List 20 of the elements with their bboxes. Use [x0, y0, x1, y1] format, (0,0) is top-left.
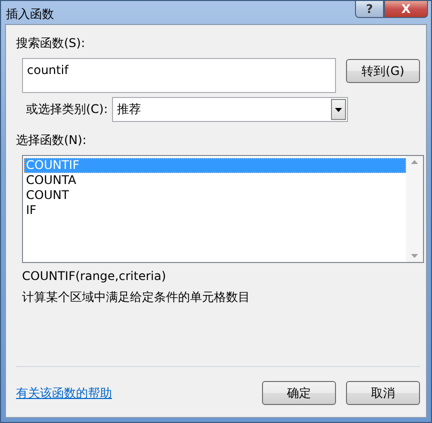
ok-button[interactable]: 确定 — [262, 381, 336, 405]
window-title: 插入函数 — [6, 6, 54, 23]
help-button[interactable]: ? — [355, 1, 384, 18]
function-list-label: 选择函数(N): — [16, 132, 88, 149]
function-item[interactable]: COUNT — [24, 188, 406, 203]
close-button[interactable]: X — [384, 1, 428, 18]
function-item[interactable]: IF — [24, 203, 406, 218]
scroll-down-icon[interactable] — [411, 254, 418, 258]
function-item[interactable]: COUNTA — [24, 173, 406, 188]
help-link[interactable]: 有关该函数的帮助 — [16, 384, 262, 402]
scroll-up-icon[interactable] — [411, 160, 418, 164]
function-description: 计算某个区域中满足给定条件的单元格数目 — [22, 289, 251, 306]
category-label: 或选择类别(C): — [26, 101, 108, 118]
function-signature: COUNTIF(range,criteria) — [22, 269, 167, 283]
cancel-button[interactable]: 取消 — [346, 381, 420, 405]
category-dropdown[interactable]: 推荐 — [112, 97, 348, 122]
scrollbar[interactable] — [406, 156, 423, 262]
search-label: 搜索函数(S): — [16, 35, 86, 52]
go-button[interactable]: 转到(G) — [346, 59, 420, 83]
search-field[interactable]: countif — [22, 58, 336, 93]
